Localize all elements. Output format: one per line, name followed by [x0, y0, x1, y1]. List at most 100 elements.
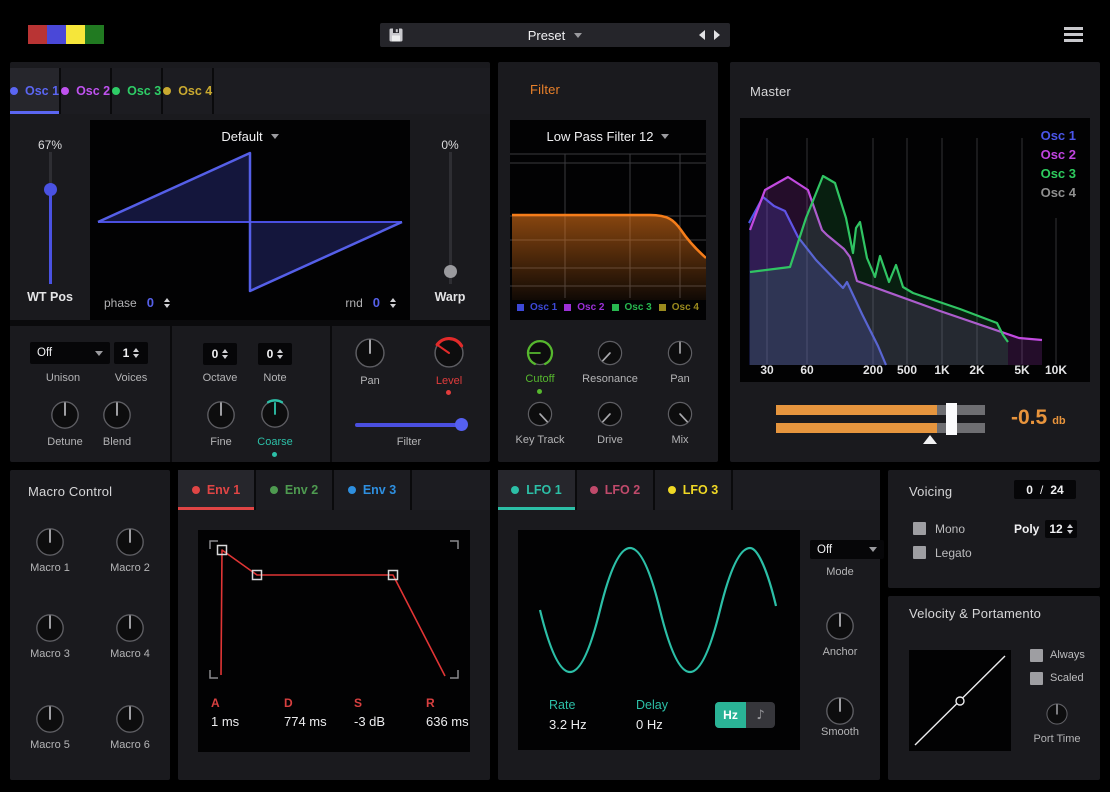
phase-control[interactable]: phase 0 — [104, 295, 170, 310]
osc-pan-knob[interactable] — [352, 335, 388, 371]
env-param-attack: A 1 ms — [211, 696, 240, 729]
warp-slider-thumb[interactable] — [444, 265, 457, 278]
voices-stepper[interactable]: 1 — [114, 342, 148, 364]
envelope-display[interactable]: A 1 ms D 774 ms S -3 dB R 636 ms — [198, 530, 470, 752]
tab-lfo-1[interactable]: LFO 1 — [498, 470, 577, 510]
filter-title: Filter — [530, 82, 561, 97]
osc-filter-slider[interactable] — [355, 418, 468, 431]
env1-dot-icon — [191, 486, 200, 494]
macro-3-knob[interactable] — [33, 611, 67, 645]
cutoff-knob[interactable] — [525, 338, 555, 368]
note-stepper[interactable]: 0 — [258, 343, 292, 365]
tab-osc-2[interactable]: Osc 2 — [61, 68, 113, 114]
wt-pos-slider[interactable] — [44, 152, 57, 284]
wt-pos-label: WT Pos — [27, 290, 73, 304]
env-param-sustain: S -3 dB — [354, 696, 386, 729]
tab-osc-4[interactable]: Osc 4 — [163, 68, 215, 114]
preset-label: Preset — [527, 27, 566, 43]
tab-osc-3[interactable]: Osc 3 — [112, 68, 164, 114]
fine-knob[interactable] — [204, 398, 238, 432]
mono-checkbox[interactable] — [913, 522, 926, 535]
wavetable-display[interactable]: Default phase 0 rnd 0 — [90, 120, 410, 320]
osc-filter-slider-thumb[interactable] — [455, 418, 468, 431]
velocity-portamento-panel: Velocity & Portamento Always Scaled Port… — [888, 596, 1100, 780]
macro-1-knob[interactable] — [33, 525, 67, 559]
poly-stepper[interactable]: 12 — [1045, 520, 1077, 538]
lfo2-dot-icon — [589, 486, 598, 494]
volume-meter[interactable] — [776, 403, 985, 445]
octave-stepper[interactable]: 0 — [203, 343, 237, 365]
volume-slider-handle[interactable] — [946, 403, 957, 435]
filter-type-selector[interactable]: Low Pass Filter 12 — [510, 129, 706, 144]
active-tab-underline — [498, 507, 575, 510]
tab-lfo-2[interactable]: LFO 2 — [577, 470, 655, 510]
mix-knob[interactable] — [665, 399, 695, 429]
macro-6-knob[interactable] — [113, 702, 147, 736]
macro-6-label: Macro 6 — [110, 739, 150, 751]
lfo-display[interactable]: Rate 3.2 Hz Delay 0 Hz Hz ♪ — [518, 530, 800, 750]
voicing-panel: Voicing 0 / 24 Mono Poly 12 Legato — [888, 470, 1100, 588]
lfo-rate-control[interactable]: Rate 3.2 Hz — [549, 698, 587, 732]
tab-osc-1[interactable]: Osc 1 — [10, 68, 62, 114]
filter-pan-knob[interactable] — [665, 338, 695, 368]
tab-env-2[interactable]: Env 2 — [256, 470, 334, 510]
tab-env-3[interactable]: Env 3 — [334, 470, 412, 510]
anchor-knob[interactable] — [823, 609, 857, 643]
macro-4-knob[interactable] — [113, 611, 147, 645]
port-time-label: Port Time — [1033, 733, 1081, 745]
rnd-control[interactable]: rnd 0 — [345, 295, 396, 310]
env-param-decay: D 774 ms — [284, 696, 327, 729]
menu-button[interactable] — [1064, 27, 1083, 42]
sustain-value[interactable]: -3 dB — [354, 714, 385, 729]
stepper-arrows[interactable] — [390, 297, 396, 308]
velocity-curve-handle[interactable] — [955, 696, 965, 706]
unison-dropdown[interactable]: Off — [30, 342, 110, 364]
macro-2-knob[interactable] — [113, 525, 147, 559]
lfo-mode-dropdown[interactable]: Off — [810, 540, 884, 559]
preset-next-button[interactable] — [714, 30, 720, 40]
envelope-graphic[interactable] — [198, 530, 470, 690]
port-time-knob[interactable] — [1044, 701, 1070, 727]
level-mod-dot — [446, 390, 451, 395]
attack-value[interactable]: 1 ms — [211, 714, 239, 729]
blend-knob[interactable] — [100, 398, 134, 432]
legato-checkbox[interactable] — [913, 546, 926, 559]
note-label: Note — [263, 372, 287, 384]
scaled-checkbox[interactable] — [1030, 672, 1043, 685]
hz-mode-button[interactable]: Hz — [715, 702, 746, 728]
lfo-delay-control[interactable]: Delay 0 Hz — [636, 698, 668, 732]
freq-tick: 30 — [760, 363, 774, 377]
tab-lfo-3[interactable]: LFO 3 — [655, 470, 733, 510]
preset-prev-button[interactable] — [699, 30, 705, 40]
macro-5-knob[interactable] — [33, 702, 67, 736]
chevron-down-icon — [661, 134, 670, 139]
chevron-down-icon — [95, 350, 103, 356]
coarse-knob[interactable] — [258, 397, 292, 431]
tab-env-1[interactable]: Env 1 — [178, 470, 256, 510]
wt-pos-slider-thumb[interactable] — [44, 183, 57, 196]
drive-knob[interactable] — [595, 399, 625, 429]
stepper-arrows[interactable] — [163, 297, 170, 308]
voices-active: 0 — [1026, 482, 1033, 497]
level-knob[interactable] — [431, 335, 467, 371]
mono-label: Mono — [935, 522, 966, 536]
velocity-curve-display[interactable] — [909, 650, 1011, 751]
tempo-mode-button[interactable]: ♪ — [746, 702, 775, 728]
preset-selector[interactable]: Preset — [380, 23, 730, 47]
filter-display[interactable]: Low Pass Filter 12 Osc 1 Osc 2 Osc 3 Osc… — [510, 120, 706, 320]
env-tab-bar: Env 1 Env 2 Env 3 — [178, 470, 490, 510]
key-track-knob[interactable] — [525, 399, 555, 429]
smooth-knob[interactable] — [823, 694, 857, 728]
voices-max: 24 — [1050, 482, 1064, 497]
warp-slider[interactable] — [444, 152, 457, 284]
detune-knob[interactable] — [48, 398, 82, 432]
release-value[interactable]: 636 ms — [426, 714, 469, 729]
velocity-curve-graphic — [914, 655, 1006, 746]
active-tab-underline — [10, 111, 60, 114]
legend-swatch — [611, 304, 619, 311]
osc-filter-label: Filter — [396, 436, 422, 448]
meter-marker-icon — [923, 435, 937, 444]
resonance-knob[interactable] — [595, 338, 625, 368]
decay-value[interactable]: 774 ms — [284, 714, 327, 729]
always-checkbox[interactable] — [1030, 649, 1043, 662]
